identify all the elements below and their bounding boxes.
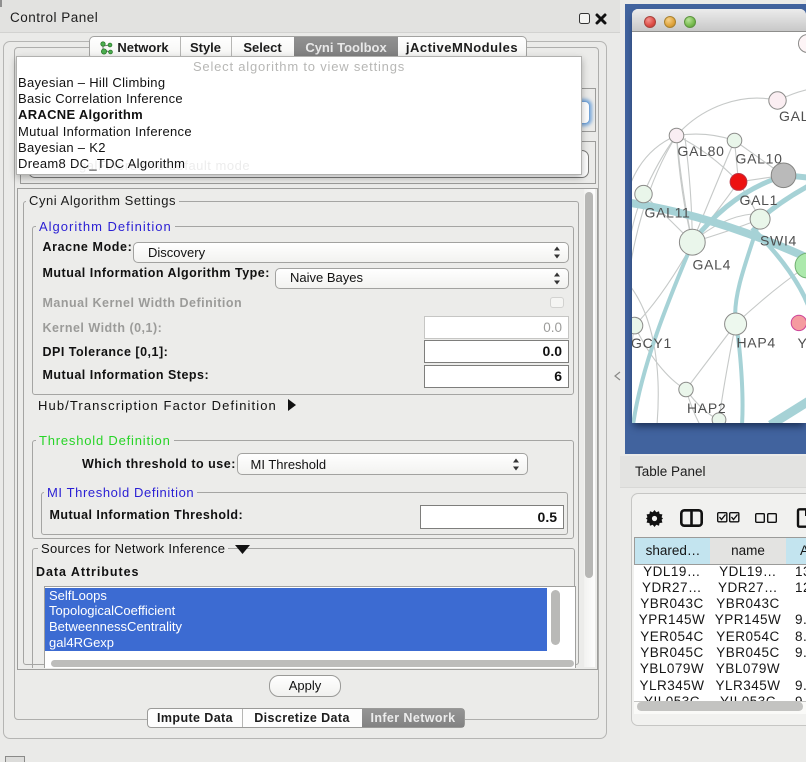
svg-text:GAL11: GAL11 <box>645 204 691 220</box>
svg-text:YM: YM <box>798 335 806 351</box>
svg-text:HAP2: HAP2 <box>687 400 726 416</box>
svg-text:GAL4: GAL4 <box>693 256 732 272</box>
svg-text:GAL10: GAL10 <box>736 150 783 166</box>
svg-text:GAL1: GAL1 <box>740 192 779 208</box>
svg-text:GCY1: GCY1 <box>632 335 672 351</box>
svg-text:GAL7: GAL7 <box>779 108 806 124</box>
svg-text:SWI4: SWI4 <box>760 232 797 248</box>
svg-text:GAL80: GAL80 <box>678 143 725 159</box>
svg-text:HAP4: HAP4 <box>737 334 776 350</box>
